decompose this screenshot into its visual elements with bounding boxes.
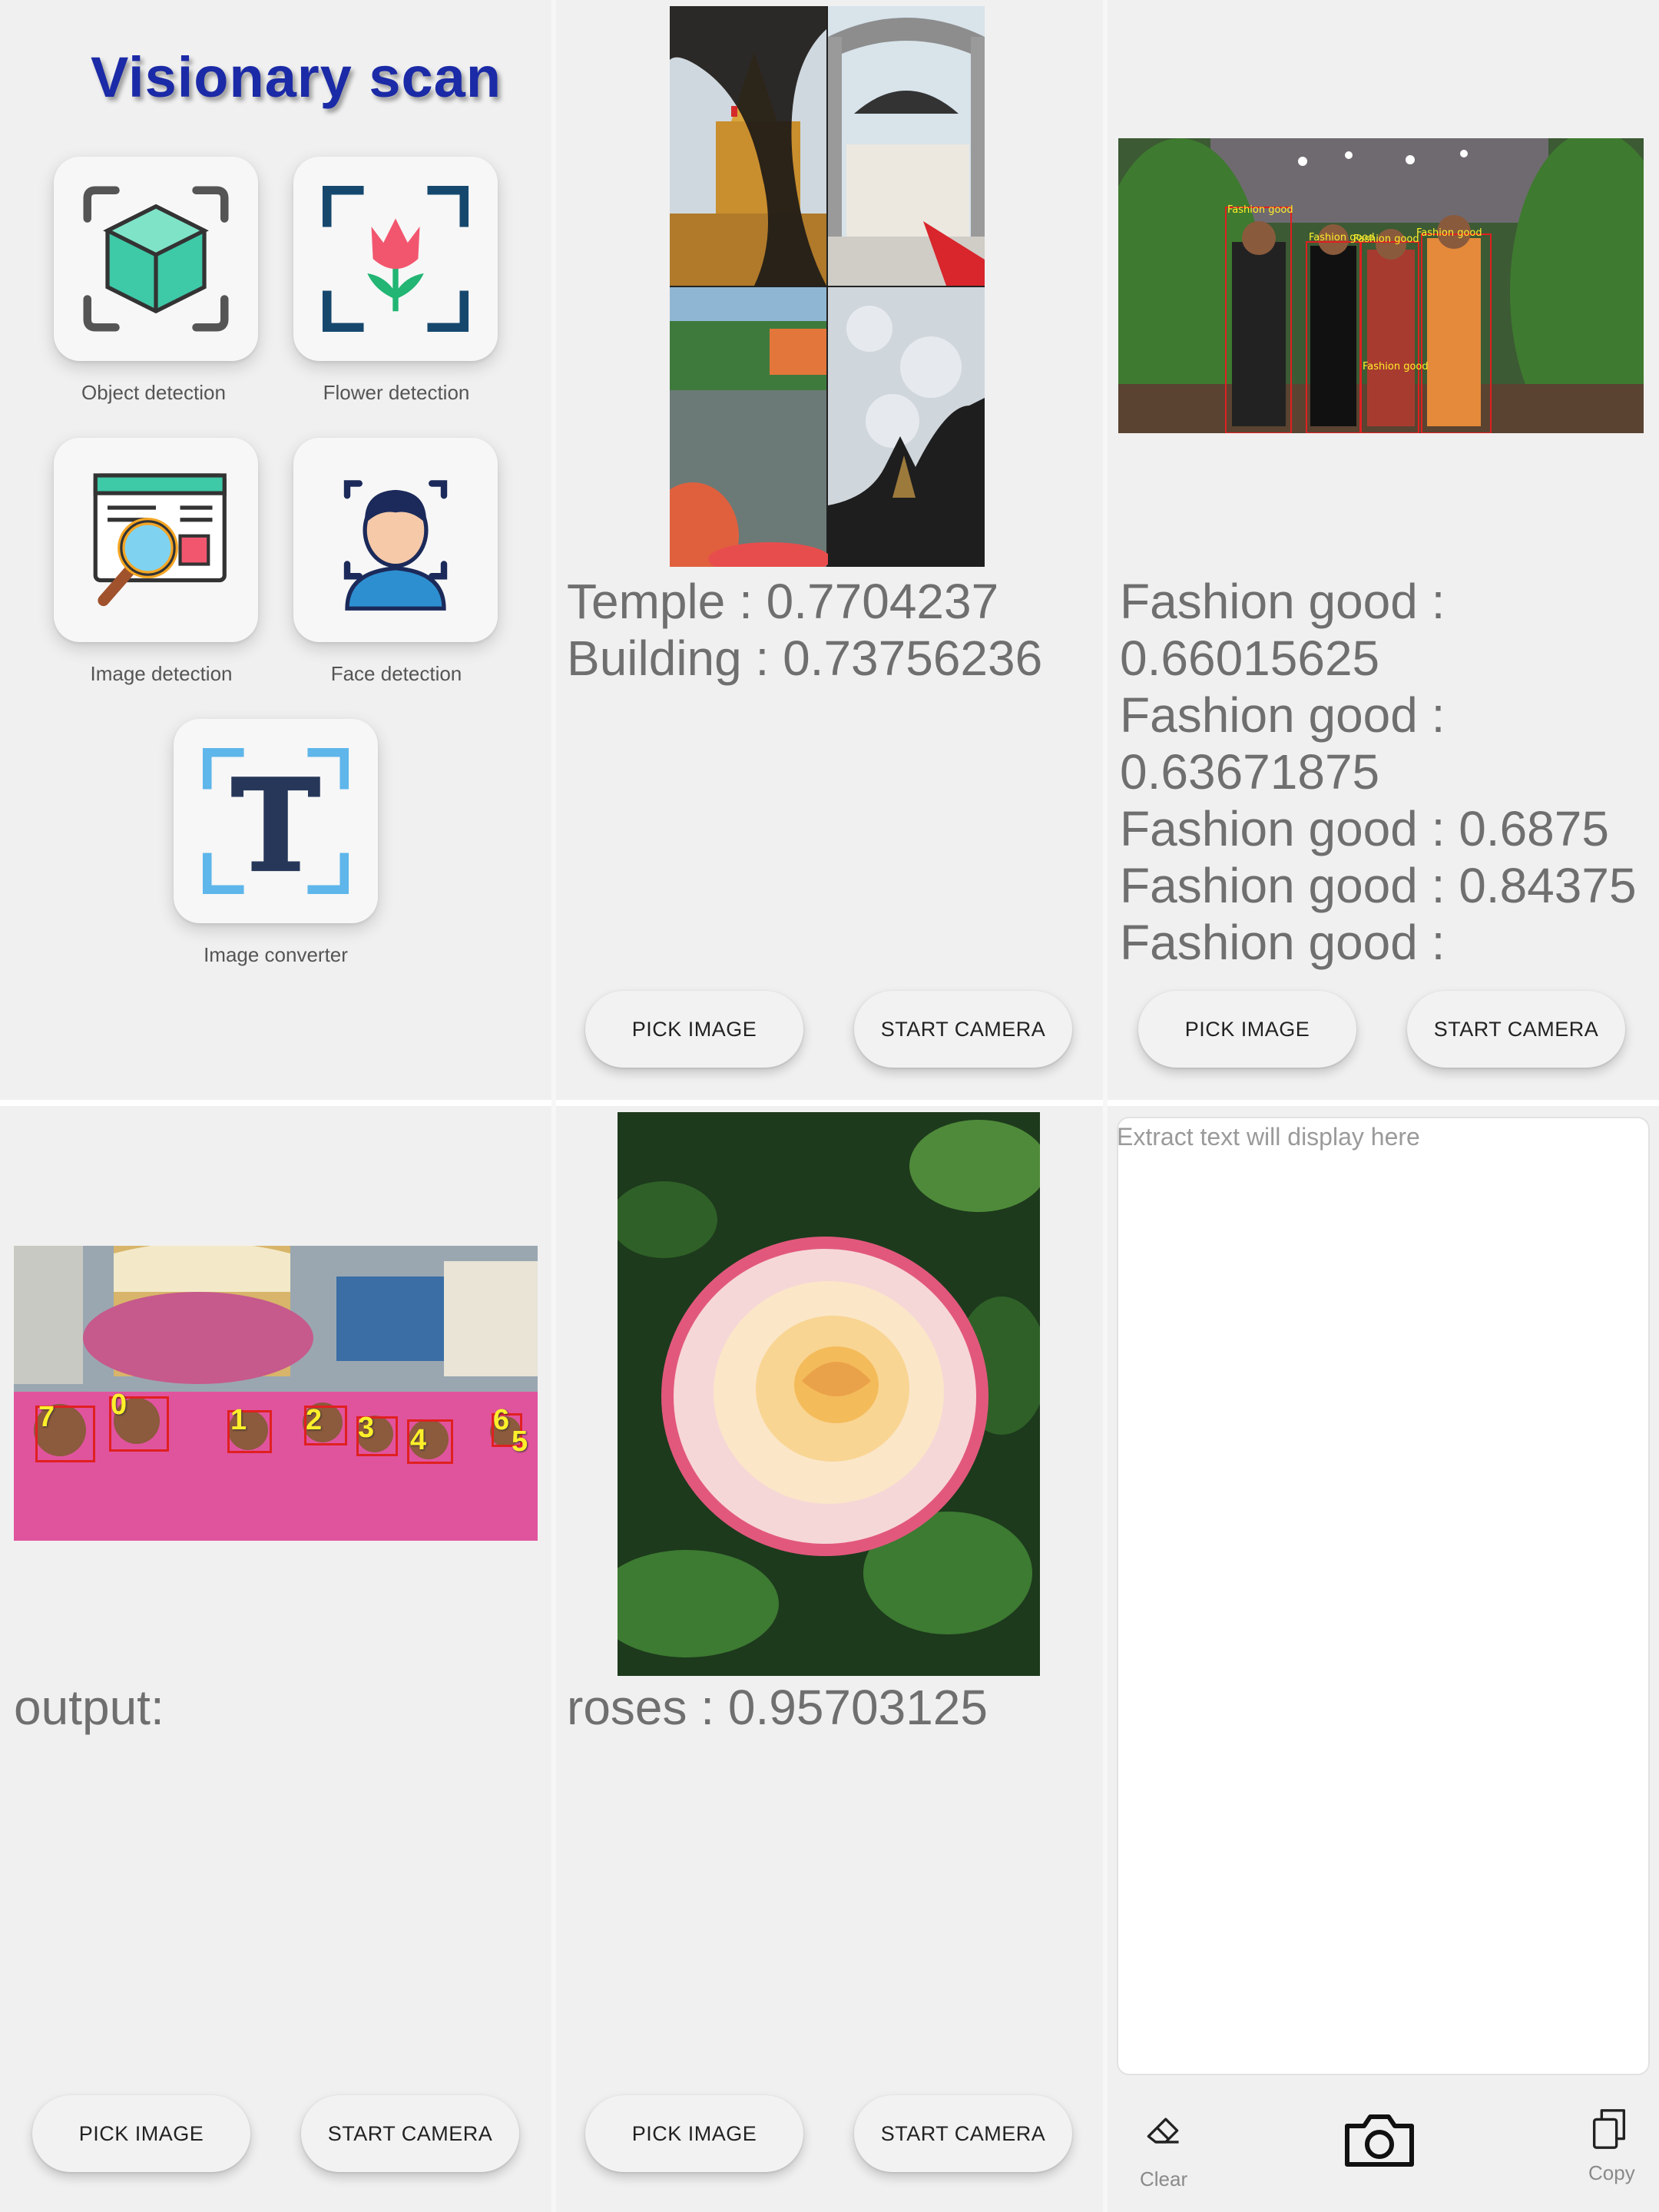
copy-button[interactable]: Copy xyxy=(1575,2104,1651,2197)
image-detection-card[interactable] xyxy=(54,438,258,642)
box-label: Fashion good xyxy=(1363,361,1429,373)
face-detection-screen: 7 0 1 2 3 4 6 5 output: PICK IMAGE START… xyxy=(0,1106,551,2212)
text-scan-icon xyxy=(202,747,349,895)
tulip-scan-icon xyxy=(322,185,469,333)
row-divider xyxy=(0,1100,1659,1106)
box-label: Fashion good xyxy=(1353,233,1419,245)
cube-scan-icon xyxy=(83,186,229,332)
clear-label: Clear xyxy=(1140,2167,1188,2190)
flower-detection-screen: roses : 0.95703125 PICK IMAGE START CAME… xyxy=(556,1106,1103,2212)
pick-image-button[interactable]: PICK IMAGE xyxy=(585,2095,803,2172)
start-camera-button[interactable]: START CAMERA xyxy=(854,991,1072,1068)
face-detection-card[interactable] xyxy=(293,438,498,642)
flower-detection-card[interactable] xyxy=(293,157,498,361)
extracted-text-placeholder: Extract text will display here xyxy=(1117,1123,1420,1151)
temple-collage-image xyxy=(670,6,985,567)
object-detection-screen: Fashion good Fashion good Fashion good F… xyxy=(1108,0,1659,1100)
face-number: 1 xyxy=(230,1404,247,1436)
column-divider xyxy=(551,0,556,2212)
face-output-label: output: xyxy=(14,1680,164,1735)
camera-button[interactable] xyxy=(1341,2109,1426,2186)
image-detection-label: Image detection xyxy=(90,662,233,685)
face-number: 3 xyxy=(358,1412,375,1444)
box-label: Fashion good xyxy=(1416,227,1482,239)
image-labeling-screen: Temple : 0.7704237 Building : 0.73756236… xyxy=(556,0,1103,1100)
face-number: 4 xyxy=(410,1424,427,1456)
pick-image-button[interactable]: PICK IMAGE xyxy=(1138,991,1356,1068)
image-converter-label: Image converter xyxy=(204,943,348,966)
face-number: 6 xyxy=(493,1404,510,1436)
extracted-text-area[interactable] xyxy=(1117,1117,1650,2075)
flower-detection-label: Flower detection xyxy=(323,381,470,404)
pick-image-button[interactable]: PICK IMAGE xyxy=(32,2095,250,2172)
pick-image-button[interactable]: PICK IMAGE xyxy=(585,991,803,1068)
copy-icon xyxy=(1592,2109,1626,2149)
clear-button[interactable]: Clear xyxy=(1129,2104,1198,2197)
start-camera-button[interactable]: START CAMERA xyxy=(301,2095,519,2172)
face-number: 0 xyxy=(111,1389,127,1421)
object-detection-label: Object detection xyxy=(81,381,226,404)
start-camera-button[interactable]: START CAMERA xyxy=(1407,991,1625,1068)
column-divider xyxy=(1103,0,1108,2212)
object-detection-card[interactable] xyxy=(54,157,258,361)
box-label: Fashion good xyxy=(1227,204,1293,216)
home-screen: Visionary scan Object detection Flower d… xyxy=(0,0,551,1100)
face-scan-icon xyxy=(343,480,448,611)
detection-results: Fashion good : 0.66015625 Fashion good :… xyxy=(1120,574,1637,970)
face-number: 5 xyxy=(512,1426,528,1458)
app-title: Visionary scan xyxy=(91,45,502,109)
labeling-results: Temple : 0.7704237 Building : 0.73756236 xyxy=(567,574,1043,686)
web-search-icon xyxy=(93,473,227,607)
face-number: 7 xyxy=(38,1401,55,1433)
camera-icon xyxy=(1345,2114,1414,2167)
copy-label: Copy xyxy=(1588,2161,1635,2184)
image-converter-card[interactable] xyxy=(174,719,378,923)
face-detection-image: 7 0 1 2 3 4 6 5 xyxy=(14,1246,538,1541)
eraser-icon xyxy=(1147,2118,1179,2144)
flower-results: roses : 0.95703125 xyxy=(567,1680,988,1735)
face-number: 2 xyxy=(306,1404,323,1436)
start-camera-button[interactable]: START CAMERA xyxy=(854,2095,1072,2172)
rose-image xyxy=(618,1112,1040,1676)
face-detection-label: Face detection xyxy=(330,662,462,685)
detected-people-image: Fashion good Fashion good Fashion good F… xyxy=(1118,138,1644,433)
